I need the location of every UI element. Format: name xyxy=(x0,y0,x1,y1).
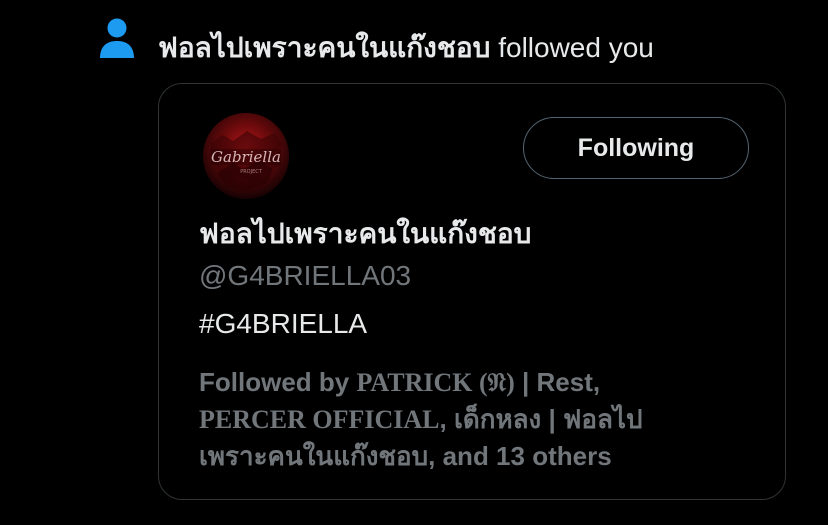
user-handle[interactable]: @G4BRIELLA03 xyxy=(199,256,411,296)
followed-by-line3: เพราะคนในแก๊งชอบ, and 13 others xyxy=(199,441,612,471)
following-button[interactable]: Following xyxy=(523,117,749,179)
followed-by-sep2: , เด็กหลง | ฟอลไป xyxy=(439,404,643,434)
follower-name-patrick: PATRICK (𝔑) xyxy=(356,368,515,397)
display-name[interactable]: ฟอลไปเพราะคนในแก๊งชอบ xyxy=(199,214,531,254)
notification-text: ฟอลไปเพราะคนในแก๊งชอบ followed you xyxy=(158,28,654,68)
followed-by-prefix: Followed by xyxy=(199,367,357,397)
notification-actor-name[interactable]: ฟอลไปเพราะคนในแก๊งชอบ xyxy=(158,32,490,63)
svg-text:Gabriella: Gabriella xyxy=(211,148,281,166)
avatar-logo-image: Gabriella PROJECT xyxy=(203,113,289,199)
followed-by-sep1: | Rest, xyxy=(514,367,601,397)
user-bio: #G4BRIELLA xyxy=(199,308,368,339)
followed-by-text[interactable]: Followed by PATRICK (𝔑) | Rest, PERCER O… xyxy=(199,364,759,474)
notification-action: followed you xyxy=(490,32,654,63)
avatar[interactable]: Gabriella PROJECT xyxy=(203,113,289,199)
user-card[interactable]: Gabriella PROJECT Following ฟอลไปเพราะคน… xyxy=(158,83,786,500)
svg-text:PROJECT: PROJECT xyxy=(240,169,263,175)
person-icon xyxy=(100,18,134,58)
follower-name-percer: PERCER OFFICIAL xyxy=(199,405,440,434)
